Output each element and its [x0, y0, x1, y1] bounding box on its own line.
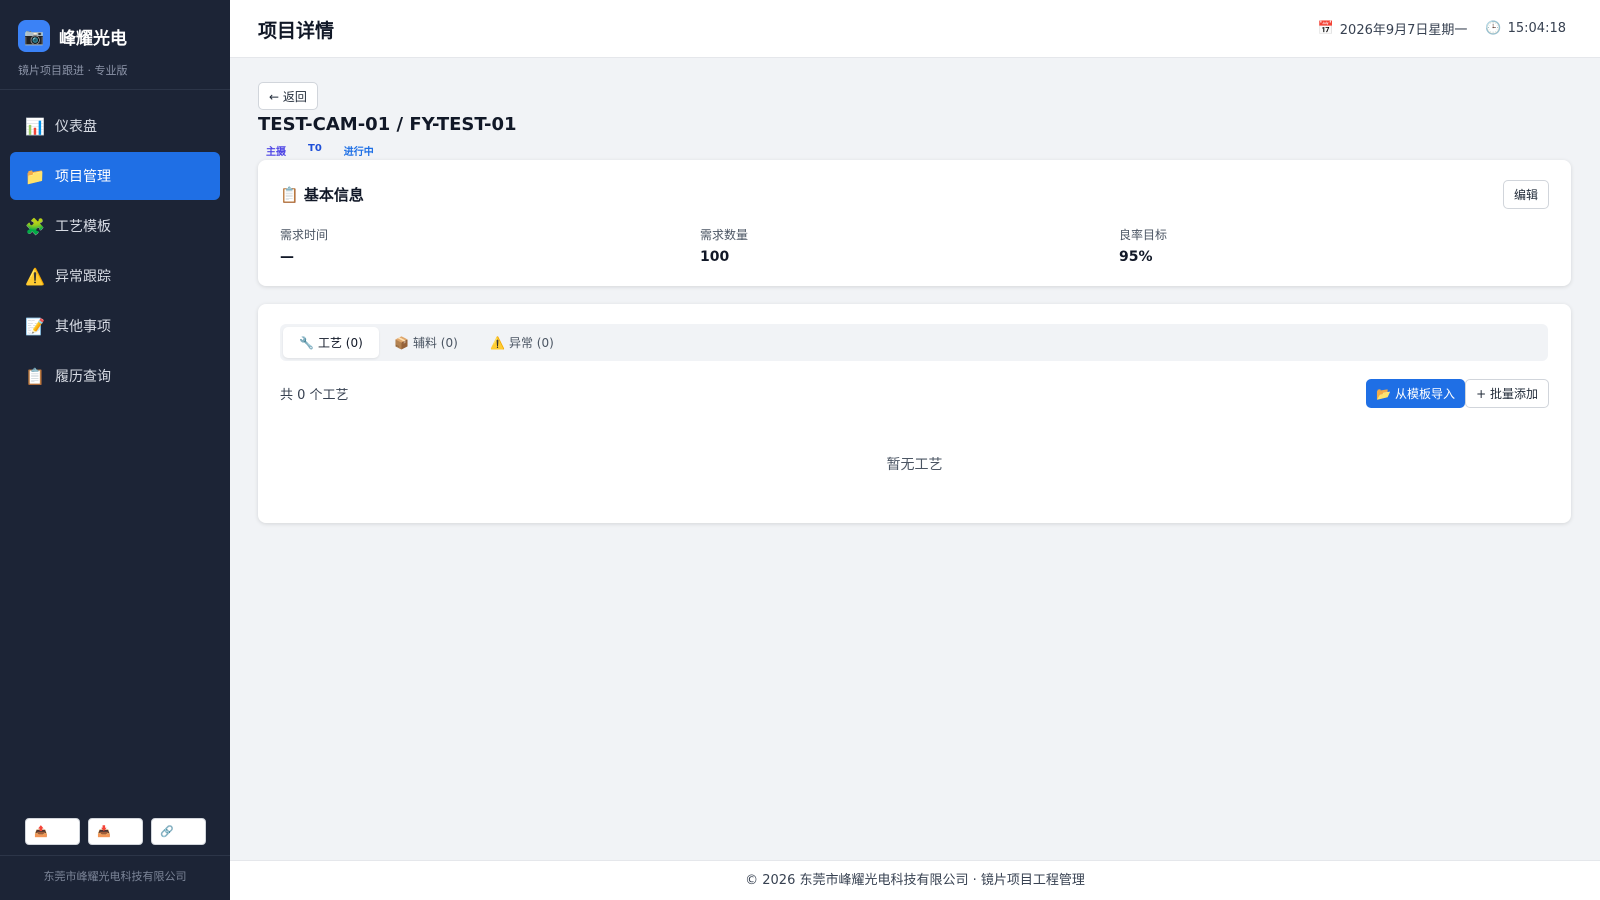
sidebar-footer: 东莞市峰耀光电科技有限公司 [0, 855, 230, 900]
folder-icon: 📁 [25, 166, 45, 186]
back-button[interactable]: ← 返回 [258, 82, 318, 110]
tab-label: 工艺 (0) [317, 336, 363, 350]
sidebar-item-projects[interactable]: 📁 项目管理 [10, 152, 220, 200]
sidebar-tools: 📤 📥 🔗 [25, 818, 206, 845]
clipboard-icon: 📋 [25, 366, 45, 386]
project-title: TEST-CAM-01 / FY-TEST-01 [258, 114, 517, 135]
tab-label: 辅料 (0) [412, 336, 458, 350]
import-button[interactable]: 📥 [88, 818, 143, 845]
sidebar-nav: 📊 仪表盘 📁 项目管理 🧩 工艺模板 ⚠️ 异常跟踪 📝 其他事项 📋 履历查… [0, 90, 230, 400]
sidebar-item-dashboard[interactable]: 📊 仪表盘 [10, 102, 220, 150]
chart-icon: 📊 [25, 116, 45, 136]
sidebar-item-other[interactable]: 📝 其他事项 [10, 302, 220, 350]
sidebar-item-label: 履历查询 [55, 369, 111, 385]
tag-camera-type: 主摄 [266, 147, 286, 158]
import-icon: 📥 [97, 825, 111, 838]
page-footer: © 2026 东莞市峰耀光电科技有限公司 · 镜片项目工程管理 [230, 860, 1600, 900]
info-value: 100 [700, 249, 730, 265]
info-demand-quantity: 需求数量 100 [700, 226, 748, 265]
wrench-icon: 🔧 [299, 335, 314, 350]
sidebar: 📷 峰耀光电 镜片项目跟进 · 专业版 📊 仪表盘 📁 项目管理 🧩 工艺模板 … [0, 0, 230, 900]
edit-button[interactable]: 编辑 [1502, 180, 1549, 209]
basic-info-title: 📋 基本信息 [280, 186, 364, 204]
clock-icon: 🕒 [1485, 21, 1502, 36]
basic-info-card: 📋 基本信息 编辑 需求时间 — 需求数量 100 良率目标 95% [258, 160, 1571, 286]
main-content: ← 返回 TEST-CAM-01 / FY-TEST-01 主摄 T0 进行中 … [230, 58, 1600, 860]
sidebar-item-label: 仪表盘 [55, 119, 97, 135]
sidebar-item-label: 工艺模板 [55, 219, 111, 235]
tab-materials[interactable]: 📦 辅料 (0) [378, 327, 474, 358]
package-icon: 📦 [394, 335, 409, 350]
tab-exceptions[interactable]: ⚠️ 异常 (0) [474, 327, 570, 358]
sidebar-item-templates[interactable]: 🧩 工艺模板 [10, 202, 220, 250]
detail-tabs-card: 🔧 工艺 (0) 📦 辅料 (0) ⚠️ 异常 (0) 共 0 个工艺 📂 从模… [258, 304, 1571, 523]
page-title: 项目详情 [258, 20, 335, 42]
tab-bar: 🔧 工艺 (0) 📦 辅料 (0) ⚠️ 异常 (0) [280, 324, 1548, 361]
current-time: 15:04:18 [1507, 21, 1566, 36]
project-tags: 主摄 T0 进行中 [258, 142, 382, 159]
info-label: 需求数量 [700, 228, 749, 242]
brand-name: 峰耀光电 [59, 28, 127, 49]
sidebar-item-label: 异常跟踪 [55, 269, 111, 285]
info-label: 良率目标 [1119, 228, 1168, 242]
warning-icon: ⚠️ [490, 335, 505, 350]
current-date: 2026年9月7日星期一 [1339, 23, 1468, 38]
batch-add-button[interactable]: + 批量添加 [1465, 379, 1549, 408]
info-value: — [280, 249, 294, 265]
link-icon: 🔗 [160, 825, 174, 838]
sidebar-item-label: 项目管理 [55, 169, 111, 185]
warning-icon: ⚠️ [25, 266, 45, 286]
export-icon: 📤 [34, 825, 48, 838]
camera-icon: 📷 [18, 20, 50, 52]
brand-subtitle: 镜片项目跟进 · 专业版 [18, 64, 128, 77]
info-value: 95% [1119, 249, 1153, 265]
sidebar-item-exceptions[interactable]: ⚠️ 异常跟踪 [10, 252, 220, 300]
calendar-icon: 📅 [1317, 21, 1334, 36]
link-button[interactable]: 🔗 [151, 818, 206, 845]
info-demand-time: 需求时间 — [280, 226, 328, 265]
datetime: 📅 2026年9月7日星期一 🕒 15:04:18 [1318, 19, 1566, 38]
sidebar-item-label: 其他事项 [55, 319, 111, 335]
export-button[interactable]: 📤 [25, 818, 80, 845]
memo-icon: 📝 [25, 316, 45, 336]
tab-process[interactable]: 🔧 工艺 (0) [283, 327, 379, 358]
top-bar: 项目详情 📅 2026年9月7日星期一 🕒 15:04:18 [230, 0, 1600, 58]
brand: 📷 峰耀光电 镜片项目跟进 · 专业版 [0, 0, 230, 90]
process-count: 共 0 个工艺 [280, 388, 349, 403]
sidebar-item-history[interactable]: 📋 履历查询 [10, 352, 220, 400]
puzzle-icon: 🧩 [25, 216, 45, 236]
info-label: 需求时间 [280, 228, 329, 242]
info-yield-target: 良率目标 95% [1119, 226, 1167, 265]
tab-label: 异常 (0) [508, 336, 554, 350]
import-from-template-button[interactable]: 📂 从模板导入 [1366, 379, 1465, 408]
status-badge: 进行中 [343, 147, 374, 158]
tag-stage: T0 [308, 143, 322, 154]
empty-state: 暂无工艺 [886, 457, 943, 473]
